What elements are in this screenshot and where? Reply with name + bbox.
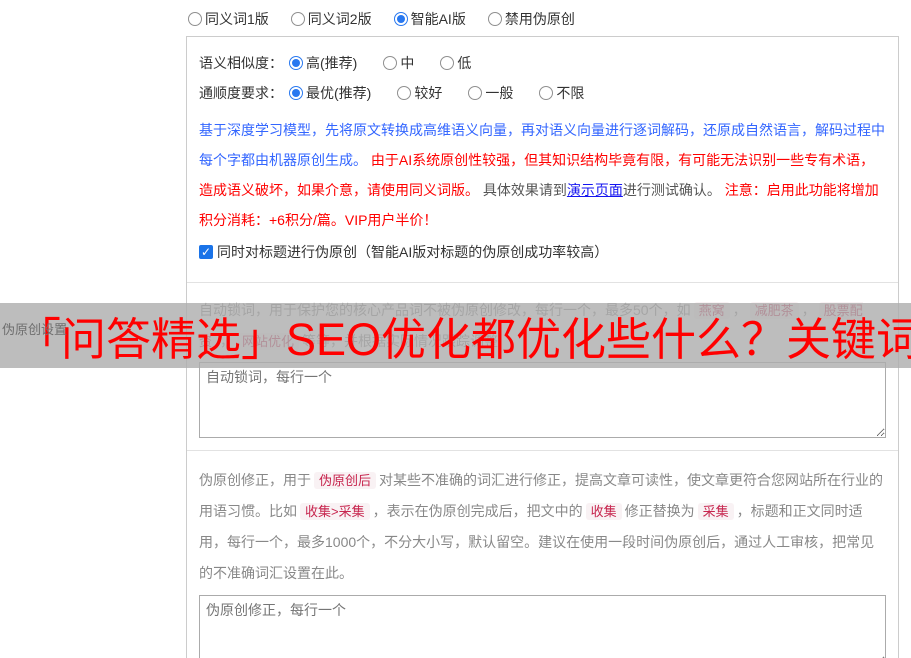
radio-icon [539, 86, 554, 100]
text-segment: 采集 [697, 503, 734, 520]
radio-smart-ai[interactable]: 智能AI版 [393, 9, 466, 29]
text-segment: 伪原创后 [314, 472, 377, 489]
radio-icon [290, 12, 305, 26]
radio-icon [383, 56, 398, 70]
radio-label: 高(推荐) [306, 55, 358, 71]
radio-icon [289, 86, 303, 100]
radio-similarity-low[interactable]: 低 [440, 53, 471, 73]
demo-page-link[interactable]: 演示页面 [567, 182, 623, 198]
radio-icon [188, 12, 202, 26]
correction-description: 伪原创修正，用于 伪原创后 对某些不准确的词汇进行修正，提高文章可读性，使文章更符合… [199, 465, 886, 589]
text-segment: 进行测试确认。 [622, 182, 721, 198]
radio-icon [397, 86, 412, 100]
ai-description-text: 基于深度学习模型，先将原文转换成高维语义向量，再对语义向量进行逐词解码，还原成自… [199, 115, 886, 235]
radio-similarity-high[interactable]: 高(推荐) [289, 53, 357, 73]
radio-icon [487, 12, 502, 26]
correction-textarea[interactable] [199, 595, 886, 658]
radio-fluency-normal[interactable]: 一般 [468, 83, 513, 103]
text-segment: 收集>采集 [300, 503, 370, 520]
radio-synonym-v1[interactable]: 同义词1版 [188, 9, 269, 29]
text-segment: 具体效果请到 [479, 182, 567, 198]
semantic-similarity-label: 语义相似度： [199, 55, 283, 71]
radio-label: 中 [400, 55, 415, 71]
radio-fluency-good[interactable]: 较好 [397, 83, 442, 103]
version-radio-group: 同义词1版 同义词2版 智能AI版 禁用伪原创 [188, 9, 575, 29]
correction-section: 伪原创修正，用于 伪原创后 对某些不准确的词汇进行修正，提高文章可读性，使文章更符合… [187, 450, 898, 658]
pseudo-original-settings-label: 伪原创设置 [2, 322, 68, 337]
radio-label: 禁用伪原创 [504, 11, 575, 27]
checkbox-label: 同时对标题进行伪原创（智能AI版对标题的伪原创成功率较高） [217, 244, 609, 260]
radio-icon [393, 12, 408, 26]
text-segment: ，表示在伪原创完成后，把文中的 [372, 503, 583, 519]
radio-label: 同义词1版 [205, 11, 269, 27]
fluency-row: 通顺度要求： 最优(推荐) 较好 一般 不限 [199, 78, 886, 108]
fluency-label: 通顺度要求： [199, 85, 283, 101]
radio-label: 一般 [485, 85, 514, 101]
radio-icon [440, 56, 455, 70]
radio-label: 较好 [414, 85, 443, 101]
ai-options-section: 语义相似度： 高(推荐) 中 低 通顺度要求： 最优(推荐) 较好 一般 不限 … [187, 37, 898, 282]
lock-words-textarea[interactable] [199, 362, 886, 438]
text-segment: 修正替换为 [624, 503, 695, 519]
radio-fluency-unlimited[interactable]: 不限 [539, 83, 584, 103]
radio-label: 同义词2版 [307, 11, 372, 27]
pseudo-original-settings-page: 同义词1版 同义词2版 智能AI版 禁用伪原创 语义相似度： 高(推荐) 中 低… [0, 0, 911, 658]
text-segment: 伪原创修正，用于 [199, 472, 311, 488]
checkbox-icon [199, 245, 213, 259]
semantic-similarity-row: 语义相似度： 高(推荐) 中 低 [199, 48, 886, 78]
radio-similarity-mid[interactable]: 中 [383, 53, 414, 73]
text-segment: 收集 [585, 503, 622, 520]
radio-icon [289, 56, 303, 70]
radio-icon [468, 86, 483, 100]
watermark-headline: 「问答精选」SEO优化都优化些什么？关键词 [15, 314, 911, 365]
watermark-overlay-band: 「问答精选」SEO优化都优化些什么？关键词 [0, 303, 911, 368]
radio-synonym-v2[interactable]: 同义词2版 [290, 9, 372, 29]
radio-label: 最优(推荐) [306, 85, 372, 101]
radio-label: 智能AI版 [410, 11, 466, 27]
radio-disable-pseudo[interactable]: 禁用伪原创 [487, 9, 575, 29]
radio-label: 不限 [556, 85, 585, 101]
title-pseudo-checkbox-row[interactable]: 同时对标题进行伪原创（智能AI版对标题的伪原创成功率较高） [199, 242, 886, 262]
radio-fluency-best[interactable]: 最优(推荐) [289, 83, 371, 103]
radio-label: 低 [457, 55, 472, 71]
